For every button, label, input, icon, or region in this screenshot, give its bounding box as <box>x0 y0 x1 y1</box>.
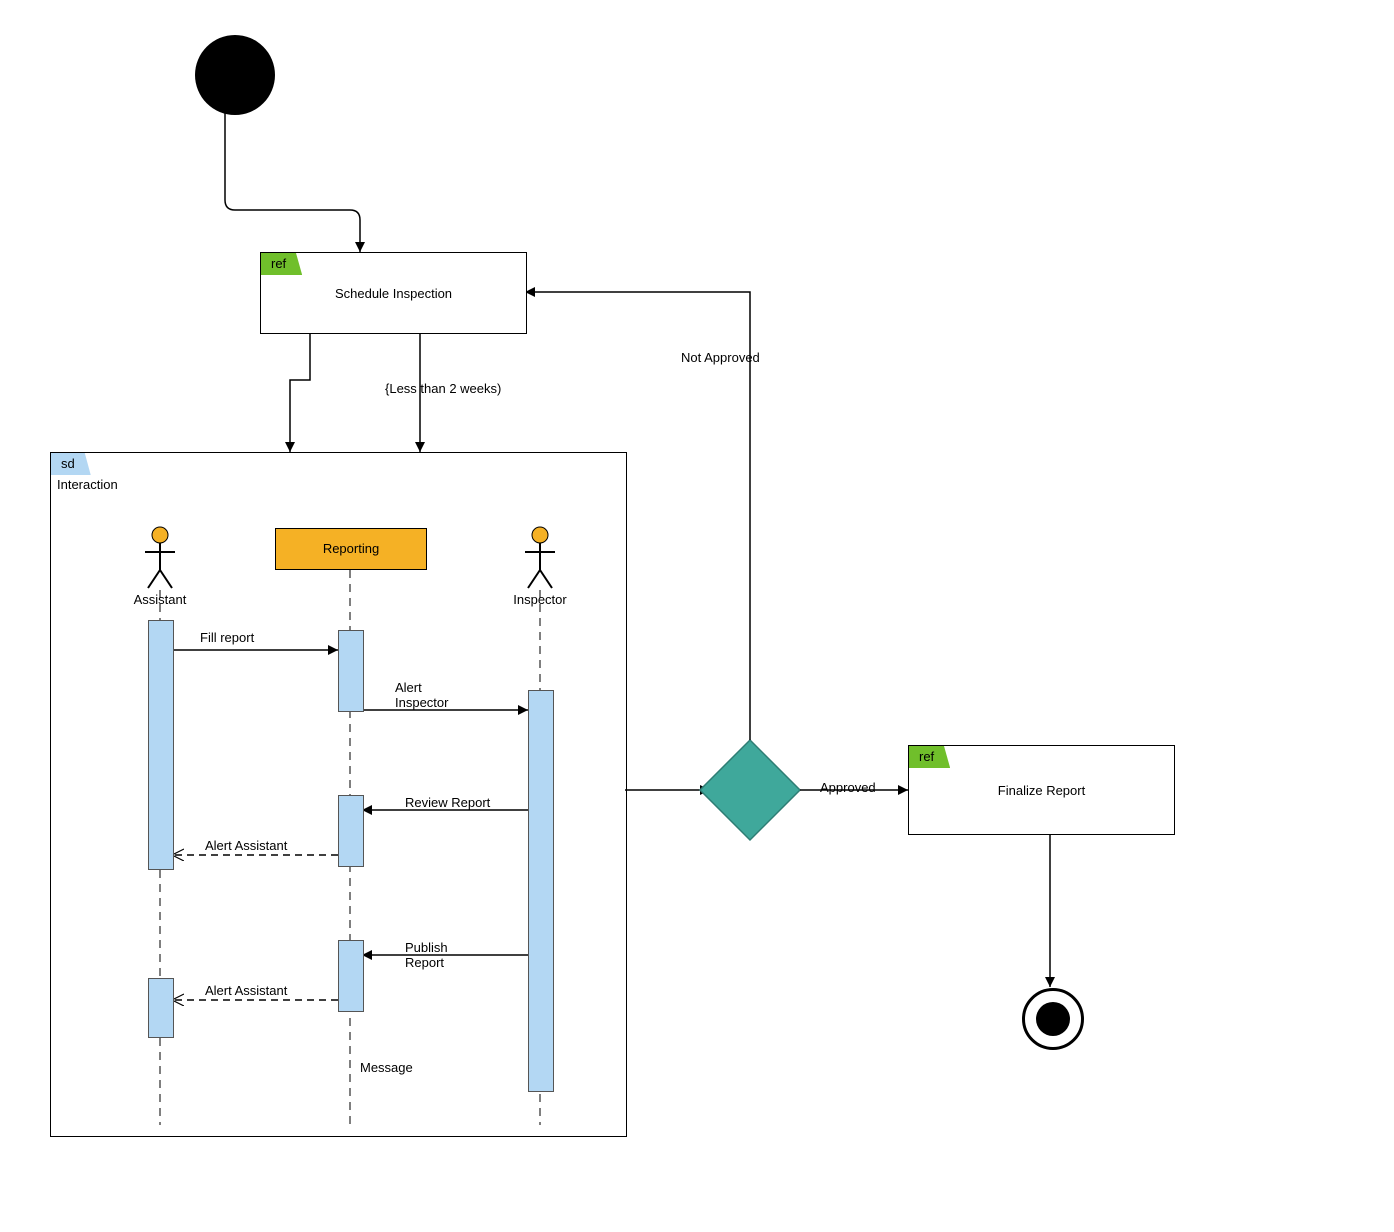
assistant-actor-label: Assistant <box>130 592 190 607</box>
constraint-label: {Less than 2 weeks) <box>385 381 501 396</box>
msg-message: Message <box>360 1060 413 1075</box>
msg-fill-report: Fill report <box>200 630 254 645</box>
reporting-activation-3 <box>338 940 364 1012</box>
schedule-inspection-title: Schedule Inspection <box>261 253 526 333</box>
interaction-frame-tab: sd <box>51 453 91 475</box>
msg-review-report: Review Report <box>405 795 490 810</box>
msg-alert-inspector: Alert Inspector <box>395 680 448 710</box>
approved-label: Approved <box>820 780 876 795</box>
final-node-inner <box>1036 1002 1070 1036</box>
msg-alert-assistant-2: Alert Assistant <box>205 983 287 998</box>
msg-publish-report: Publish Report <box>405 940 448 970</box>
assistant-activation-main <box>148 620 174 870</box>
reporting-activation-1 <box>338 630 364 712</box>
final-node <box>1022 988 1084 1050</box>
diagram-canvas: ref Schedule Inspection {Less than 2 wee… <box>0 0 1394 1232</box>
initial-node <box>195 35 275 115</box>
reporting-lifeline-head: Reporting <box>275 528 427 570</box>
reporting-activation-2 <box>338 795 364 867</box>
not-approved-label: Not Approved <box>681 350 760 365</box>
assistant-activation-2 <box>148 978 174 1038</box>
interaction-frame-title: Interaction <box>57 477 118 492</box>
finalize-report-title: Finalize Report <box>909 746 1174 834</box>
finalize-report-frame: ref Finalize Report <box>908 745 1175 835</box>
msg-alert-assistant-1: Alert Assistant <box>205 838 287 853</box>
schedule-inspection-frame: ref Schedule Inspection <box>260 252 527 334</box>
inspector-actor-label: Inspector <box>510 592 570 607</box>
inspector-activation-main <box>528 690 554 1092</box>
